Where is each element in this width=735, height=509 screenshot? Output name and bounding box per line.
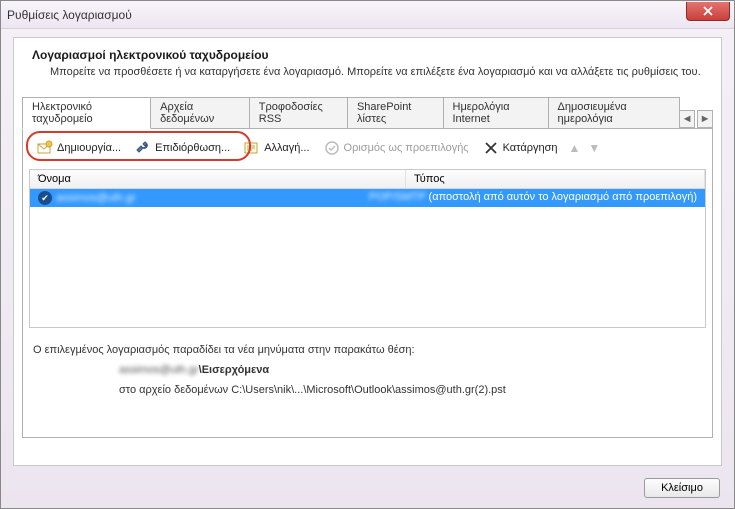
close-icon [703, 6, 713, 16]
tab-data-files[interactable]: Αρχεία δεδομένων [150, 97, 250, 128]
change-button[interactable]: Αλλαγή... [238, 137, 315, 159]
tab-internet-calendars[interactable]: Ημερολόγια Internet [443, 97, 549, 128]
delivery-path: στο αρχείο δεδομένων C:\Users\nik\...\Mi… [119, 384, 702, 396]
cell-type: POP/SMTP (αποστολή από αυτόν το λογαριασ… [361, 189, 705, 207]
account-type-prefix: POP/SMTP [369, 191, 429, 203]
check-circle-icon [324, 140, 340, 156]
delivery-inbox-folder: \Εισερχόμενα [199, 364, 270, 376]
tab-panel-email: Δημιουργία... Επιδιόρθωση... Αλλαγή... [22, 128, 713, 438]
remove-label: Κατάργηση [503, 142, 558, 154]
heading-subtitle: Μπορείτε να προσθέσετε ή να καταργήσετε … [50, 66, 703, 78]
list-body[interactable]: ✔ assimos@uth.gr POP/SMTP (αποστολή από … [30, 189, 705, 327]
col-header-type[interactable]: Τύπος [406, 170, 705, 188]
change-label: Αλλαγή... [264, 142, 309, 154]
delivery-inbox: assimos@uth.gr\Εισερχόμενα [119, 364, 702, 376]
account-type-suffix: (αποστολή από αυτόν το λογαριασμό από πρ… [429, 191, 697, 203]
table-row[interactable]: ✔ assimos@uth.gr POP/SMTP (αποστολή από … [30, 189, 705, 207]
default-check-icon: ✔ [38, 191, 52, 205]
set-default-label: Ορισμός ως προεπιλογής [344, 142, 469, 154]
close-dialog-button[interactable]: Κλείσιμο [644, 478, 720, 498]
toolbar: Δημιουργία... Επιδιόρθωση... Αλλαγή... [29, 135, 706, 161]
new-account-label: Δημιουργία... [57, 142, 121, 154]
content-panel: Λογαριασμοί ηλεκτρονικού ταχυδρομείου Μπ… [13, 37, 722, 466]
x-icon [483, 140, 499, 156]
col-header-name[interactable]: Όνομα [30, 170, 406, 188]
tab-scroll-right[interactable]: ► [697, 110, 713, 128]
change-icon [244, 140, 260, 156]
footer: Κλείσιμο [644, 478, 720, 498]
tab-published-calendars[interactable]: Δημοσιευμένα ημερολόγια [548, 97, 681, 128]
tabstrip: Ηλεκτρονικό ταχυδρομείο Αρχεία δεδομένων… [22, 106, 713, 128]
heading: Λογαριασμοί ηλεκτρονικού ταχυδρομείου Μπ… [14, 38, 721, 82]
new-account-button[interactable]: Δημιουργία... [31, 137, 127, 159]
cell-name: ✔ assimos@uth.gr [30, 189, 361, 207]
move-up-button[interactable]: ▲ [566, 141, 584, 155]
account-name: assimos@uth.gr [56, 192, 136, 204]
move-down-button[interactable]: ▼ [585, 141, 603, 155]
titlebar: Ρυθμίσεις λογαριασμού [1, 1, 734, 29]
tab-scroll: ◄ ► [679, 110, 713, 128]
window-title: Ρυθμίσεις λογαριασμού [7, 8, 132, 22]
account-settings-window: Ρυθμίσεις λογαριασμού Λογαριασμοί ηλεκτρ… [0, 0, 735, 509]
list-header: Όνομα Τύπος [30, 170, 705, 189]
tab-email[interactable]: Ηλεκτρονικό ταχυδρομείο [22, 97, 151, 129]
close-button[interactable] [686, 2, 730, 21]
repair-button[interactable]: Επιδιόρθωση... [129, 137, 236, 159]
account-list: Όνομα Τύπος ✔ assimos@uth.gr POP/SMTP (α… [29, 169, 706, 328]
wrench-icon [135, 140, 151, 156]
remove-button[interactable]: Κατάργηση [477, 137, 564, 159]
tab-sharepoint[interactable]: SharePoint λίστες [347, 97, 444, 128]
heading-title: Λογαριασμοί ηλεκτρονικού ταχυδρομείου [32, 48, 703, 62]
repair-label: Επιδιόρθωση... [155, 142, 230, 154]
delivery-inbox-account: assimos@uth.gr [119, 364, 199, 376]
set-default-button: Ορισμός ως προεπιλογής [318, 137, 475, 159]
new-mail-icon [37, 140, 53, 156]
tab-scroll-left[interactable]: ◄ [679, 110, 695, 128]
delivery-label: Ο επιλεγμένος λογαριασμός παραδίδει τα ν… [33, 344, 702, 356]
tab-rss[interactable]: Τροφοδοσίες RSS [249, 97, 348, 128]
